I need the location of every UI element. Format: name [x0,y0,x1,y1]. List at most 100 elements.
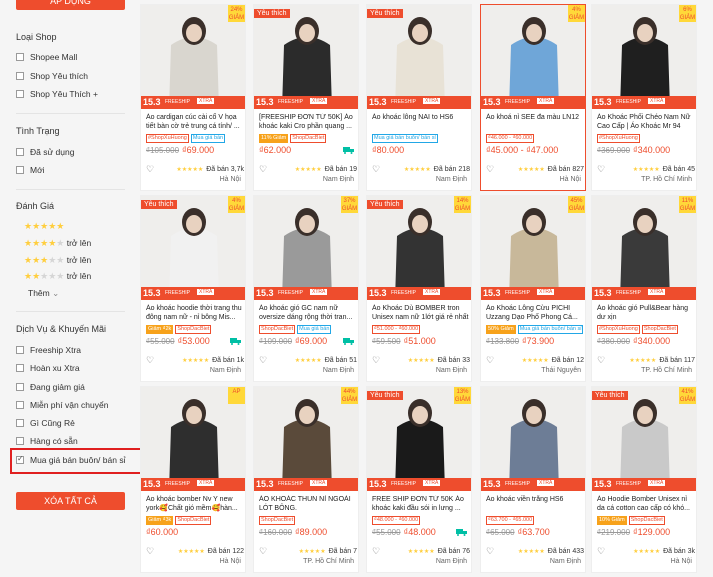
product-meta: ♡ ★★★★★ Đã bán 76 [372,546,470,557]
filter-shopee-mall[interactable]: Shopee Mall [16,51,77,63]
product-card[interactable]: 15.3 FREESHIP XTRA Áo khoác viền trắng HS6 ₫… [480,386,586,573]
checkbox[interactable] [16,419,24,427]
rating-4-up[interactable]: ★★★★★ trở lên [24,237,91,249]
product-card[interactable]: Yêu thích 4% GIẢM 15.3 FREESHIP XTRA Áo khoác… [140,195,246,382]
checkbox[interactable] [16,148,24,156]
product-card[interactable]: 6% GIẢM 15.3 FREESHIP XTRA Áo Khoác Phối Ché… [591,4,697,191]
product-name[interactable]: Áo khoác gió Pull&Bear hàng dư xịn [597,304,695,322]
heart-icon[interactable]: ♡ [372,546,380,557]
product-card[interactable]: 44% GIẢM 15.3 FREESHIP XTRA ÁO KHOÁC THUN NỈ… [253,386,359,573]
rating-3-up[interactable]: ★★★★★ trở lên [24,254,91,266]
rating-2-up[interactable]: ★★★★★ trở lên [24,270,91,282]
product-card[interactable]: 24% GIẢM 15.3 FREESHIP XTRA Áo cardigan cúc … [140,4,246,191]
sold-count: Đã bán 12 [551,357,584,364]
discount-badge: 6% GIẢM [679,5,696,22]
heart-icon[interactable]: ♡ [597,164,605,175]
checkbox[interactable] [16,53,24,61]
product-name[interactable]: Áo khoác lông NAI to HS6 [372,113,470,131]
product-name[interactable]: Áo Khoác Lông Cừu PICHI Uzzang Dạo Phố P… [486,304,584,322]
product-card[interactable]: Yêu thích 14% GIẢM 15.3 FREESHIP XTRA Áo Khoá… [366,195,472,382]
product-image[interactable] [481,387,585,491]
heart-icon[interactable]: ♡ [486,164,494,175]
product-name[interactable]: Áo khoác gió GC nam nữ oversize dáng rộn… [259,304,357,322]
product-card[interactable]: Yêu thích 15.3 FREESHIP XTRA Áo khoác lông N… [366,4,472,191]
checkbox[interactable] [16,72,24,80]
heart-icon[interactable]: ♡ [146,355,154,366]
product-price: ₫109.000 ₫69.000 [259,336,327,346]
product-location: Thái Nguyên [541,367,581,374]
heart-icon[interactable]: ♡ [486,355,494,366]
product-name[interactable]: Áo khoác hoodie thời trang thu đông nam … [146,304,244,322]
filter-new[interactable]: Mới [16,164,45,176]
product-card[interactable]: Yêu thích 15.3 FREESHIP XTRA [FREESHIP ĐƠN T… [253,4,359,191]
checkbox[interactable] [16,383,24,391]
product-card[interactable]: 37% GIẢM 15.3 FREESHIP XTRA Áo khoác gió GC … [253,195,359,382]
product-meta: ♡ ★★★★★ Đã bán 19 [259,164,357,175]
product-tags: Giảm ₫3k ShopDacBiet [146,516,212,525]
product-name[interactable]: FREE SHIP ĐƠN TỪ 50K Áo khoác kaki đầu s… [372,495,470,513]
filter-wholesale[interactable]: Mua giá bán buôn/ bán sỉ [16,454,125,466]
product-image[interactable] [254,5,358,109]
filter-shop-yeu-thich-plus[interactable]: Shop Yêu Thích + [16,88,98,100]
clear-all-button[interactable]: XÓA TẤT CẢ [16,492,125,510]
heart-icon[interactable]: ♡ [146,546,154,557]
product-card[interactable]: 4% GIẢM 15.3 FREESHIP XTRA Áo khoá nỉ SEE đa… [480,4,586,191]
product-location: Hà Nội [219,558,241,565]
product-card[interactable]: Yêu thích 13% GIẢM 15.3 FREESHIP XTRA FREE SH… [366,386,472,573]
rating-5-stars[interactable]: ★★★★★ [24,220,64,232]
heart-icon[interactable]: ♡ [372,164,380,175]
checkbox[interactable] [16,437,24,445]
filter-on-sale[interactable]: Đang giảm giá [16,381,85,393]
sale-price: ₫45.000 - ₫47.000 [486,145,559,155]
product-name[interactable]: ÁO KHOÁC THUN NỈ NGOÀI LÓT BÔNG. [259,495,357,513]
product-price: ₫59.500 ₫51.000 [372,336,436,346]
heart-icon[interactable]: ♡ [146,164,154,175]
product-image[interactable] [367,5,471,109]
product-meta: ♡ ★★★★★ Đã bán 117 [597,355,695,366]
product-card[interactable]: Yêu thích 41% GIẢM 15.3 FREESHIP XTRA Áo Hood… [591,386,697,573]
product-name[interactable]: Áo cardigan cúc cài cổ V họa tiết bàn cờ… [146,113,244,131]
filter-in-stock[interactable]: Hàng có sẵn [16,435,78,447]
filter-used[interactable]: Đã sử dụng [16,146,74,158]
heart-icon[interactable]: ♡ [259,164,267,175]
heart-icon[interactable]: ♡ [259,355,267,366]
product-tag: ShopDacBiet [628,516,665,525]
more-ratings-link[interactable]: Thêm ⌄ [28,288,59,299]
filter-free-shipping[interactable]: Miễn phí vận chuyển [16,399,108,411]
heart-icon[interactable]: ♡ [597,355,605,366]
product-name[interactable]: Áo khoá nỉ SEE đa màu LN12 [486,113,584,131]
discount-badge: 37% GIẢM [341,196,358,213]
checkbox[interactable] [16,401,24,409]
product-location: Hà Nội [559,176,581,183]
checkbox-checked[interactable] [16,454,24,464]
apply-button[interactable]: ÁP DỤNG [16,0,125,10]
filter-gi-cung-re[interactable]: Gì Cũng Rẻ [16,417,75,429]
product-name[interactable]: Áo khoác viền trắng HS6 [486,495,584,513]
product-location: Nam Định [435,176,467,183]
heart-icon[interactable]: ♡ [372,355,380,366]
heart-icon[interactable]: ♡ [486,546,494,557]
product-name[interactable]: [FREESHIP ĐƠN TỪ 50K] Áo khoác kaki Cro … [259,113,357,131]
checkbox[interactable] [16,364,24,372]
product-name[interactable]: Áo Hoodie Bomber Unisex nỉ da cá cotton … [597,495,695,513]
product-tags: 50% Giảm Mua giá bán buôn/ bán sỉ [486,325,584,334]
original-price: ₫59.500 [372,337,401,346]
sale-price: ₫62.000 [259,145,292,155]
product-price: ₫369.000 ₫340.000 [597,145,670,155]
filter-shop-yeu-thich[interactable]: Shop Yêu thích [16,70,88,82]
sold-count: Đã bán 122 [207,548,244,555]
product-meta: ♡ ★★★★★ Đã bán 51 [259,355,357,366]
product-card[interactable]: 45% GIẢM 15.3 FREESHIP XTRA Áo Khoác Lông Cừ… [480,195,586,382]
heart-icon[interactable]: ♡ [259,546,267,557]
product-name[interactable]: Áo Khoác Phối Chéo Nam Nữ Cao Cấp | Áo K… [597,113,695,131]
heart-icon[interactable]: ♡ [597,546,605,557]
filter-freeship-xtra[interactable]: Freeship Xtra [16,344,81,356]
product-card[interactable]: 11% GIẢM 15.3 FREESHIP XTRA Áo khoác gió Pul… [591,195,697,382]
product-card[interactable]: AP 15.3 FREESHIP XTRA Áo khoác bomber Nv Y n… [140,386,246,573]
filter-hoan-xu-xtra[interactable]: Hoàn xu Xtra [16,362,80,374]
product-name[interactable]: Áo khoác bomber Nv Y new york🥰Chất gió m… [146,495,244,513]
product-name[interactable]: Áo Khoác Dù BOMBER tron Unisex nam nữ 1l… [372,304,470,322]
checkbox[interactable] [16,166,24,174]
checkbox[interactable] [16,90,24,98]
checkbox[interactable] [16,346,24,354]
